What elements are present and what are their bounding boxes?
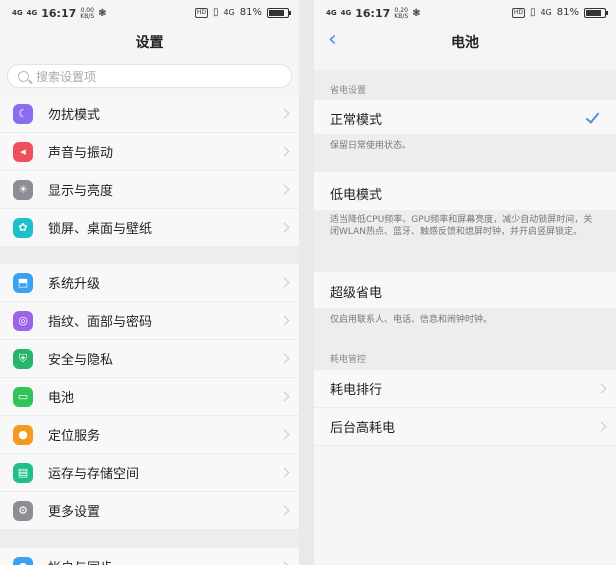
chevron-right-icon [279, 108, 290, 119]
more-settings-icon: ⚙ [13, 500, 33, 521]
chevron-right-icon [279, 353, 290, 364]
option-desc: 保留日常使用状态。 [330, 141, 412, 151]
settings-item-label: 更多设置 [48, 505, 101, 520]
network-4g: 4G [223, 8, 235, 17]
battery-percent: 81% [556, 7, 579, 18]
settings-item[interactable]: ☾ 勿扰模式 [0, 95, 299, 133]
chevron-right-icon [279, 315, 290, 326]
option-title: 正常模式 [330, 113, 383, 128]
brightness-icon: ☀ [13, 179, 33, 200]
hd-icon: HD [194, 7, 208, 18]
storage-icon: ▤ [13, 462, 33, 483]
chevron-right-icon [596, 383, 607, 394]
row-power-ranking[interactable]: 耗电排行 [314, 370, 616, 408]
network-4g: 4G [540, 8, 552, 17]
settings-item-label: 安全与隐私 [48, 353, 114, 368]
settings-item-label: 系统升级 [48, 277, 101, 292]
status-bar: 4G 4G 16:17 0.20 KB/S ❃ HD ▯ 4G 81% [314, 0, 616, 26]
settings-item-label: 运存与存储空间 [48, 467, 140, 482]
settings-item[interactable]: ● 帐户与同步 [0, 548, 299, 565]
option-title: 超级省电 [330, 286, 383, 301]
moon-icon: ☾ [13, 103, 33, 124]
settings-item[interactable]: ⬒ 系统升级 [0, 264, 299, 302]
battery-status-icon [584, 7, 608, 18]
battery-screen: 4G 4G 16:17 0.20 KB/S ❃ HD ▯ 4G 81% ‹ 电池 … [314, 0, 616, 565]
signal-icon: 4G [326, 9, 337, 17]
settings-screen: 4G 4G 16:17 0.00 KB/S ❃ HD ▯ 4G 81% 设置 搜索… [0, 0, 299, 565]
page-title: 设置 [135, 35, 164, 51]
settings-item[interactable]: ▤ 运存与存储空间 [0, 454, 299, 492]
system-update-icon: ⬒ [13, 272, 33, 293]
group-separator [0, 247, 299, 264]
clock: 16:17 [355, 7, 391, 20]
signal-icon: 4G [12, 9, 23, 17]
status-bar: 4G 4G 16:17 0.00 KB/S ❃ HD ▯ 4G 81% [0, 0, 299, 26]
chevron-right-icon [279, 222, 290, 233]
option-super-saving[interactable]: 超级省电 [314, 272, 616, 308]
option-desc: 适当降低CPU频率、GPU频率和屏幕亮度，减少自动锁屏时间，关闭WLAN热点、蓝… [330, 215, 593, 237]
settings-item-label: 锁屏、桌面与壁纸 [48, 222, 153, 237]
option-title: 低电模式 [330, 188, 383, 203]
account-icon: ● [13, 556, 33, 565]
settings-item-label: 帐户与同步 [48, 557, 113, 565]
option-normal-mode[interactable]: 正常模式 [314, 100, 616, 134]
search-input[interactable]: 搜索设置项 [7, 64, 292, 88]
row-label: 后台高耗电 [330, 421, 396, 436]
settings-item-label: 定位服务 [48, 429, 101, 444]
notification-icon: ❃ [412, 8, 421, 19]
clock: 16:17 [41, 7, 77, 20]
shield-icon: ⛨ [13, 348, 33, 369]
signal-icon-2: 4G [340, 9, 352, 17]
net-speed: 0.00 KB/S [80, 6, 95, 20]
location-icon: ● [13, 424, 33, 445]
page-title: 电池 [451, 35, 479, 51]
chevron-right-icon [279, 467, 290, 478]
chevron-right-icon [596, 421, 607, 432]
chevron-right-icon [279, 561, 290, 565]
chevron-right-icon [279, 505, 290, 516]
palette-icon: ✿ [13, 217, 33, 238]
settings-item[interactable]: ✿ 锁屏、桌面与壁纸 [0, 209, 299, 247]
settings-item-label: 声音与振动 [48, 146, 114, 161]
battery-icon: ▭ [13, 386, 33, 407]
battery-status-icon [267, 7, 291, 18]
net-speed: 0.20 KB/S [394, 6, 409, 20]
settings-item-label: 显示与亮度 [48, 184, 114, 199]
option-desc: 仅启用联系人、电话、信息和闹钟时钟。 [330, 315, 493, 325]
hd-icon: HD [511, 7, 525, 18]
group-separator [0, 530, 299, 548]
chevron-right-icon [279, 391, 290, 402]
fingerprint-icon: ◎ [13, 310, 33, 331]
search-placeholder: 搜索设置项 [36, 69, 97, 84]
settings-item[interactable]: ▭ 电池 [0, 378, 299, 416]
row-background-high-power[interactable]: 后台高耗电 [314, 408, 616, 446]
settings-item[interactable]: ⛨ 安全与隐私 [0, 340, 299, 378]
settings-item[interactable]: ◎ 指纹、面部与密码 [0, 302, 299, 340]
vibrate-icon: ▯ [212, 7, 219, 18]
vibrate-icon: ▯ [529, 7, 536, 18]
signal-icon-2: 4G [26, 9, 38, 17]
notification-icon: ❃ [98, 8, 107, 19]
chevron-right-icon [279, 429, 290, 440]
settings-item-label: 勿扰模式 [48, 108, 101, 123]
settings-item[interactable]: ◂ 声音与振动 [0, 133, 299, 171]
settings-item[interactable]: ● 定位服务 [0, 416, 299, 454]
settings-item[interactable]: ⚙ 更多设置 [0, 492, 299, 530]
settings-item-label: 电池 [48, 391, 75, 406]
settings-item-label: 指纹、面部与密码 [48, 315, 153, 330]
speaker-icon: ◂ [13, 141, 33, 162]
chevron-right-icon [279, 146, 290, 157]
section-label-power-saving: 省电设置 [330, 86, 367, 96]
option-low-power-mode[interactable]: 低电模式 [314, 172, 616, 210]
settings-item[interactable]: ☀ 显示与亮度 [0, 171, 299, 209]
chevron-right-icon [279, 277, 290, 288]
row-label: 耗电排行 [330, 383, 383, 398]
chevron-right-icon [279, 184, 290, 195]
battery-percent: 81% [239, 7, 262, 18]
search-icon [18, 70, 29, 82]
checkmark-icon [585, 109, 600, 124]
section-label-consumption: 耗电管控 [330, 355, 367, 365]
